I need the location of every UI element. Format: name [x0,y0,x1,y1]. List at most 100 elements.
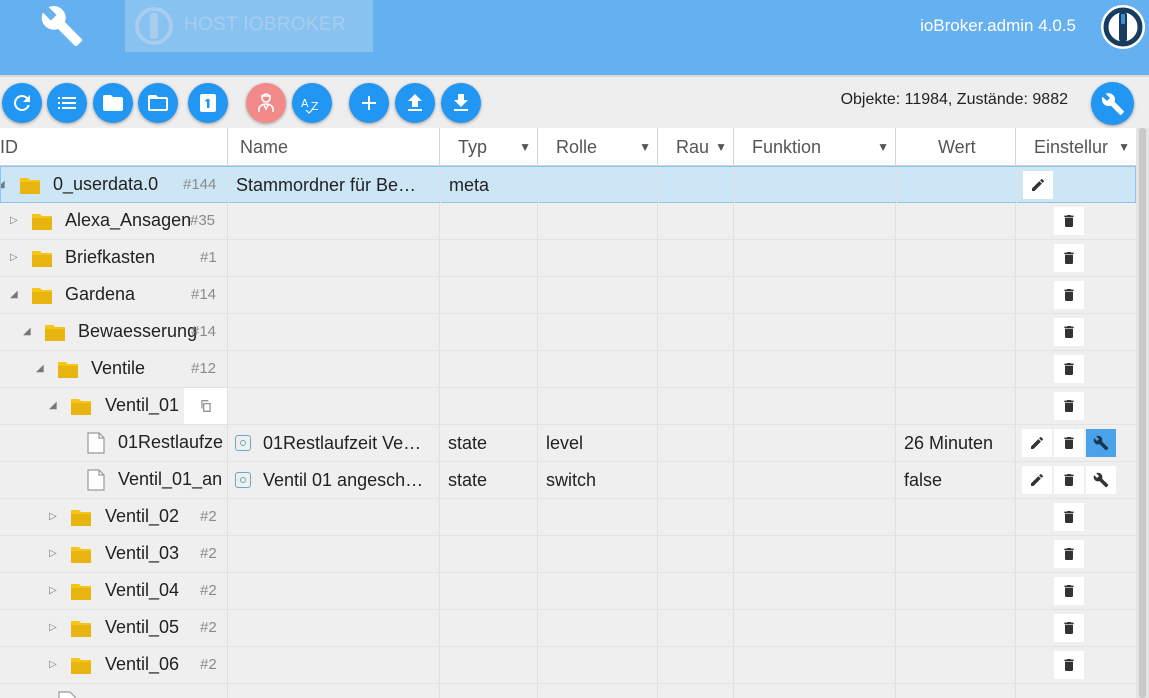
host-selector[interactable]: HOST IOBROKER [125,0,373,52]
edit-button[interactable] [1023,171,1053,199]
expanded-icon[interactable]: ◢ [1,180,7,190]
column-id[interactable]: ID [0,128,228,166]
column-funktion[interactable]: Funktion ▼ [734,128,896,166]
delete-button[interactable] [1054,207,1084,235]
refresh-icon [13,94,30,111]
wrench-icon [1093,472,1109,488]
table-row[interactable]: ▷ Briefkasten #1 [0,240,1136,277]
add-icon [362,96,376,110]
svg-text:Z: Z [311,100,319,113]
folder-icon [103,95,123,111]
expanded-icon[interactable]: ◢ [23,327,33,337]
table-row[interactable]: ◢ Ventil_01 [0,388,1136,425]
delete-button[interactable] [1054,651,1084,679]
delete-button[interactable] [1054,429,1084,457]
value-cell[interactable]: false [896,462,1016,498]
delete-button[interactable] [1054,503,1084,531]
delete-button[interactable] [1054,614,1084,642]
table-row[interactable]: ▷ Ventil_06 #2 [0,647,1136,684]
delete-button[interactable] [1054,318,1084,346]
copy-id-button[interactable] [184,388,227,424]
collapsed-icon[interactable]: ▷ [10,253,20,263]
value-cell[interactable]: 26 Minuten [896,425,1016,461]
folder-icon [71,547,91,563]
collapsed-icon[interactable]: ▷ [49,549,59,559]
collapsed-icon[interactable]: ▷ [49,512,59,522]
trash-icon [1064,622,1074,634]
delete-button[interactable] [1054,355,1084,383]
edit-button[interactable] [1022,466,1052,494]
table-row[interactable]: ▷ Ventil_03 #2 [0,536,1136,573]
folder-icon [71,510,91,526]
host-label: HOST IOBROKER [184,14,346,35]
upload-button[interactable] [395,83,435,123]
download-icon [454,94,468,111]
collapsed-icon[interactable]: ▷ [49,660,59,670]
collapsed-icon[interactable]: ▷ [49,586,59,596]
custom-settings-button[interactable] [1086,466,1116,494]
trash-icon [1064,289,1074,301]
wrench-icon[interactable] [40,4,84,48]
trash-icon [1064,363,1074,375]
folder-icon [71,584,91,600]
expanded-icon[interactable]: ◢ [49,401,59,411]
dropdown-arrow-icon[interactable]: ▼ [519,140,531,154]
delete-button[interactable] [1054,540,1084,568]
download-button[interactable] [441,83,481,123]
delete-button[interactable] [1054,281,1084,309]
column-rolle[interactable]: Rolle ▼ [538,128,658,166]
custom-settings-button[interactable] [1086,429,1116,457]
expand-folders-button[interactable] [138,83,178,123]
edit-button[interactable] [1022,429,1052,457]
trash-icon [1064,252,1074,264]
folder-icon [58,362,78,378]
collapsed-icon[interactable]: ▷ [10,216,20,226]
folder-icon [71,399,91,415]
table-row[interactable]: ▷ Ventil_04 #2 [0,573,1136,610]
table-row[interactable]: ◢ Gardena #14 [0,277,1136,314]
add-object-button[interactable] [349,83,389,123]
column-typ[interactable]: Typ ▼ [440,128,538,166]
table-row[interactable]: 01Restlaufze 01Restlaufzeit Ve… state le… [0,425,1136,462]
delete-button[interactable] [1054,244,1084,272]
toolbar: A Z Objekte: 11984, Zustände: 9882 [0,75,1149,128]
dropdown-arrow-icon[interactable]: ▼ [877,140,889,154]
collapse-folders-button[interactable] [93,83,133,123]
list-view-button[interactable] [47,83,87,123]
table-scrollbar[interactable] [1136,128,1149,698]
dropdown-arrow-icon[interactable]: ▼ [715,140,727,154]
table-row[interactable]: ▷ Ventil_05 #2 [0,610,1136,647]
table-row[interactable]: ▷ Ventil_02 #2 [0,499,1136,536]
expert-mode-button[interactable] [246,83,286,123]
folder-icon [32,251,52,267]
file-icon [87,469,105,491]
table-row[interactable] [0,684,1136,698]
table-row[interactable]: ◢ 0_userdata.0 #144 Stammordner für Be… … [0,166,1136,203]
expanded-icon[interactable]: ◢ [36,364,46,374]
dropdown-arrow-icon[interactable]: ▼ [639,140,651,154]
iobroker-host-icon [133,5,175,47]
column-einstellungen[interactable]: Einstellur ▼ [1016,128,1136,166]
table-row[interactable]: ▷ Alexa_Ansagen #35 [0,203,1136,240]
expand-one-level-button[interactable] [188,83,228,123]
version-label: ioBroker.admin 4.0.5 [920,16,1076,35]
table-row[interactable]: Ventil_01_an Ventil 01 angesch… state sw… [0,462,1136,499]
settings-button[interactable] [1091,82,1134,125]
expanded-icon[interactable]: ◢ [10,290,20,300]
scrollbar-thumb[interactable] [1139,128,1146,698]
column-raum[interactable]: Rau ▼ [658,128,734,166]
table-row[interactable]: ◢ Ventile #12 [0,351,1136,388]
delete-button[interactable] [1054,392,1084,420]
trash-icon [1064,474,1074,486]
table-row[interactable]: ◢ Bewaesserung #14 [0,314,1136,351]
column-name[interactable]: Name [228,128,440,166]
collapsed-icon[interactable]: ▷ [49,623,59,633]
refresh-button[interactable] [2,83,42,123]
dropdown-arrow-icon[interactable]: ▼ [1118,140,1130,154]
delete-button[interactable] [1054,466,1084,494]
sort-button[interactable]: A Z [292,83,332,123]
delete-button[interactable] [1054,577,1084,605]
object-counts: Objekte: 11984, Zustände: 9882 [840,91,1068,108]
trash-icon [1064,511,1074,523]
column-wert[interactable]: Wert [896,128,1016,166]
